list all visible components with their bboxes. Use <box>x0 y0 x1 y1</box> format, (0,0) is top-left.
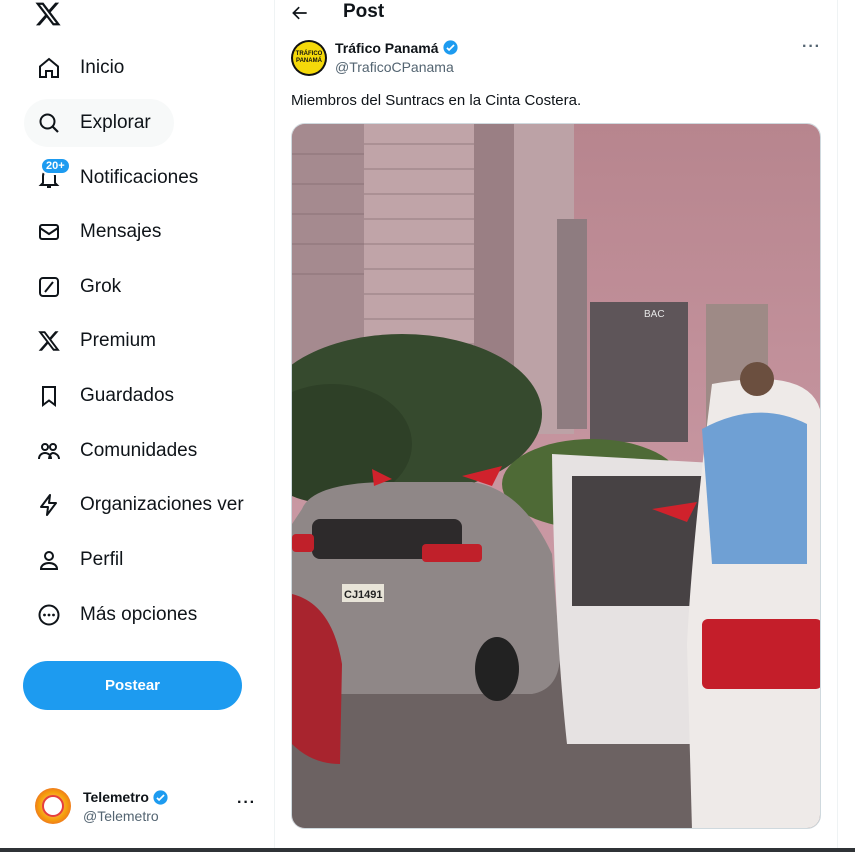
tweet-photo[interactable]: BAC CJ1491 <box>291 123 821 829</box>
post-header: Post <box>275 0 837 26</box>
nav-item-explorar[interactable]: Explorar <box>24 99 174 147</box>
nav-item-inicio[interactable]: Inicio <box>24 44 136 92</box>
nav-label: Guardados <box>80 385 175 406</box>
nav-item-mas-opciones[interactable]: Más opciones <box>24 591 209 639</box>
nav-label: Más opciones <box>80 604 198 625</box>
account-name: Telemetro <box>83 789 169 806</box>
nav-item-perfil[interactable]: Perfil <box>24 536 135 584</box>
nav-label: Premium <box>80 330 157 351</box>
avatar-text: TRÁFICO PANAMÁ <box>293 42 325 74</box>
people-icon <box>36 438 62 464</box>
more-icon[interactable]: ··· <box>802 38 821 56</box>
nav-item-organizaciones[interactable]: Organizaciones ver <box>24 481 260 529</box>
nav-label: Perfil <box>80 549 124 570</box>
nav-item-comunidades[interactable]: Comunidades <box>24 427 209 475</box>
page-title: Post <box>343 1 385 22</box>
grok-icon <box>36 274 62 300</box>
nav-item-notificaciones[interactable]: 20+ Notificaciones <box>24 154 210 202</box>
nav-label: Organizaciones ver <box>80 494 244 515</box>
person-icon <box>36 547 62 573</box>
nav-label: Grok <box>80 276 122 297</box>
more-circle-icon <box>36 602 62 628</box>
bell-icon: 20+ <box>36 157 71 191</box>
notification-badge: 20+ <box>40 157 71 175</box>
nav-item-premium[interactable]: Premium <box>24 317 168 365</box>
building-logo-text: BAC <box>644 309 665 320</box>
account-name-text: Telemetro <box>83 789 149 805</box>
nav-item-mensajes[interactable]: Mensajes <box>24 208 173 256</box>
license-plate-text: CJ1491 <box>344 589 383 601</box>
author-handle[interactable]: @TraficoCPanama <box>335 59 454 75</box>
search-icon <box>36 110 62 136</box>
author-name-text: Tráfico Panamá <box>335 39 439 56</box>
bookmark-icon <box>36 383 62 409</box>
envelope-icon <box>36 219 62 245</box>
author-name[interactable]: Tráfico Panamá <box>335 39 459 56</box>
post-button[interactable]: Postear <box>23 661 242 710</box>
verified-badge-icon <box>153 789 168 805</box>
more-icon[interactable]: ··· <box>237 794 256 812</box>
sidebar: Inicio Explorar 20+ Notificaciones Mensa… <box>0 0 274 848</box>
account-switcher[interactable]: Telemetro @Telemetro ··· <box>24 780 264 832</box>
account-handle: @Telemetro <box>83 807 159 824</box>
lightning-icon <box>36 492 62 518</box>
verified-badge-icon <box>442 40 458 55</box>
photo-illustration: BAC CJ1491 <box>292 124 820 828</box>
home-icon <box>36 55 62 81</box>
nav-label: Inicio <box>80 57 125 78</box>
nav-label: Mensajes <box>80 221 162 242</box>
bottom-bar <box>0 848 855 852</box>
nav-item-grok[interactable]: Grok <box>24 263 133 311</box>
back-arrow-icon[interactable] <box>289 3 311 23</box>
tweet-text: Miembros del Suntracs en la Cinta Coster… <box>291 92 582 109</box>
nav-label: Comunidades <box>80 440 198 461</box>
x-premium-icon <box>36 328 62 354</box>
avatar <box>35 788 71 824</box>
avatar[interactable]: TRÁFICO PANAMÁ <box>291 40 327 76</box>
nav-label: Explorar <box>80 112 151 133</box>
main-column: Post TRÁFICO PANAMÁ Tráfico Panamá @Traf… <box>274 0 838 848</box>
x-logo-icon[interactable] <box>34 0 62 28</box>
nav-label: Notificaciones <box>80 167 199 188</box>
nav-item-guardados[interactable]: Guardados <box>24 372 186 420</box>
